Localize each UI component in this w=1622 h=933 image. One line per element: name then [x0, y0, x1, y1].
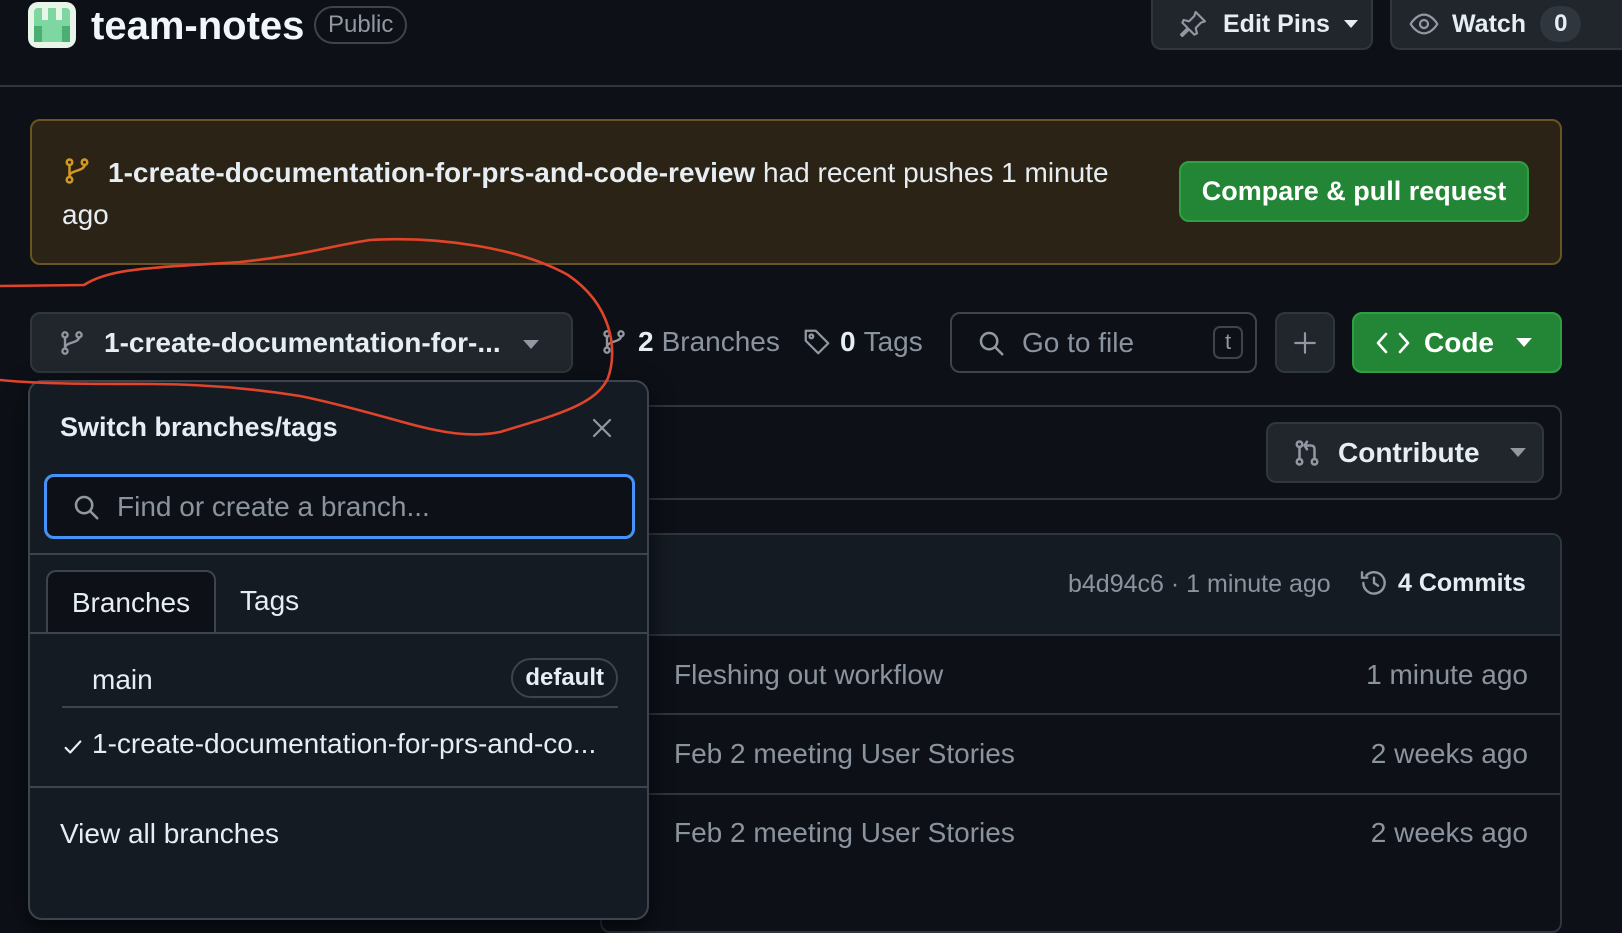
tabs-divider: [30, 632, 647, 634]
row-divider: [602, 793, 1560, 795]
tags-label: Tags: [863, 326, 923, 357]
tags-count: 0: [840, 326, 856, 357]
file-commit-time: 2 weeks ago: [1370, 738, 1528, 769]
go-to-file-input[interactable]: Go to file t: [950, 312, 1257, 373]
branches-link[interactable]: 2 Branches: [600, 326, 780, 358]
visibility-badge: Public: [314, 6, 408, 44]
git-pull-request-icon: [1292, 438, 1322, 468]
git-branch-icon: [58, 329, 86, 357]
file-commit-time: 1 minute ago: [1366, 659, 1528, 690]
file-commit-message[interactable]: Fleshing out workflow: [674, 659, 943, 691]
banner-branch-name[interactable]: 1-create-documentation-for-prs-and-code-…: [108, 157, 755, 188]
contribute-button[interactable]: Contribute: [1266, 422, 1544, 483]
tab-tags-label: Tags: [240, 585, 300, 616]
edit-pins-label: Edit Pins: [1223, 9, 1330, 38]
commits-link[interactable]: 4 Commits: [1358, 567, 1526, 599]
repo-avatar: [28, 2, 76, 48]
branch-search-placeholder: Find or create a branch...: [117, 490, 430, 522]
compare-pull-request-label: Compare & pull request: [1201, 176, 1507, 206]
file-commit-message[interactable]: Feb 2 meeting User Stories: [674, 738, 1015, 770]
close-icon[interactable]: [590, 416, 614, 440]
panel-divider: [30, 786, 647, 788]
shortcut-key-badge: t: [1213, 326, 1243, 359]
file-commit-message[interactable]: Feb 2 meeting User Stories: [674, 817, 1015, 849]
add-file-button[interactable]: [1275, 312, 1335, 373]
code-button[interactable]: Code: [1352, 312, 1562, 373]
branches-count: 2: [638, 326, 654, 357]
code-label: Code: [1424, 326, 1494, 358]
row-divider: [602, 713, 1560, 715]
edit-pins-button[interactable]: Edit Pins: [1151, 0, 1373, 50]
chevron-down-icon: [1509, 448, 1526, 457]
branch-selector-label: 1-create-documentation-for-...: [104, 326, 501, 358]
branch-switcher-panel: Switch branches/tags Find or create a br…: [28, 380, 649, 920]
commit-sha-time[interactable]: b4d94c6 · 1 minute ago: [1068, 570, 1331, 599]
branch-switcher-title: Switch branches/tags: [60, 412, 338, 442]
branch-item-name: 1-create-documentation-for-prs-and-co...: [92, 728, 597, 759]
branches-label: Branches: [661, 326, 780, 357]
chevron-down-icon: [1516, 338, 1532, 347]
compare-pull-request-button[interactable]: Compare & pull request: [1179, 161, 1529, 222]
branch-search-input[interactable]: Find or create a branch...: [44, 474, 635, 539]
search-icon: [71, 492, 101, 522]
banner-text: 1-create-documentation-for-prs-and-code-…: [62, 152, 1152, 236]
repo-name[interactable]: team-notes: [91, 2, 304, 50]
branch-item-name: main: [92, 664, 153, 695]
file-commit-time: 2 weeks ago: [1370, 817, 1528, 848]
contribute-label: Contribute: [1338, 436, 1480, 468]
watch-button[interactable]: Watch 0: [1390, 0, 1622, 50]
git-branch-icon: [600, 327, 628, 357]
tags-link[interactable]: 0 Tags: [802, 326, 923, 358]
chevron-down-icon: [1343, 20, 1358, 28]
code-icon: [1376, 330, 1410, 356]
header-divider: [0, 85, 1622, 87]
eye-icon: [1408, 8, 1440, 40]
pin-icon: [1177, 8, 1209, 40]
watch-count: 0: [1540, 6, 1582, 42]
branch-selector-button[interactable]: 1-create-documentation-for-...: [30, 312, 573, 373]
chevron-down-icon: [523, 340, 539, 349]
tag-icon: [802, 327, 832, 357]
panel-divider: [30, 553, 647, 555]
commits-label: 4 Commits: [1398, 568, 1526, 597]
watch-label: Watch: [1452, 9, 1527, 38]
history-icon: [1358, 567, 1390, 599]
check-icon: [62, 736, 84, 758]
branch-item-main[interactable]: main default: [62, 652, 618, 708]
plus-icon: [1292, 330, 1318, 356]
default-badge: default: [511, 658, 618, 698]
tab-branches-label: Branches: [71, 587, 191, 618]
search-icon: [976, 328, 1006, 358]
view-all-branches-link[interactable]: View all branches: [60, 818, 279, 850]
branch-item-current[interactable]: 1-create-documentation-for-prs-and-co...: [62, 718, 618, 774]
row-divider: [602, 634, 1560, 636]
tab-branches[interactable]: Branches: [46, 570, 216, 634]
go-to-file-placeholder: Go to file: [1022, 326, 1135, 358]
tab-tags[interactable]: Tags: [240, 570, 299, 634]
